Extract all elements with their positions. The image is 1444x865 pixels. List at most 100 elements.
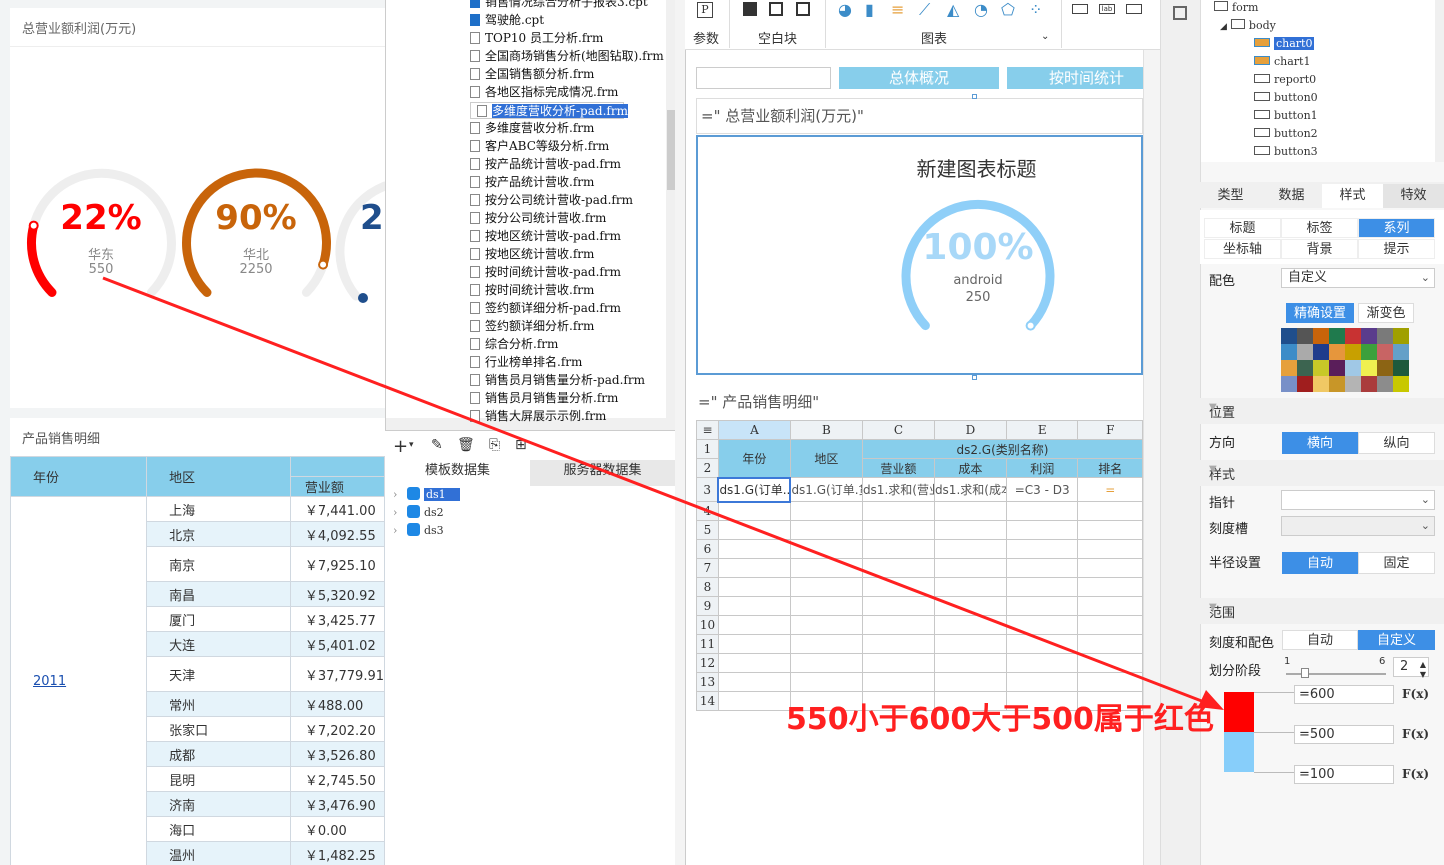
cell-group[interactable]: ds2.G(类别名称) — [861, 439, 1144, 459]
tree-widget-item[interactable]: button3 — [1254, 144, 1318, 160]
row-header[interactable]: 11 — [696, 634, 719, 654]
file-item[interactable]: 按产品统计营收-pad.frm — [470, 156, 621, 173]
grid-cell[interactable] — [1005, 596, 1079, 616]
grid-cell[interactable] — [861, 520, 935, 540]
textbox-icon[interactable] — [1072, 4, 1088, 14]
file-item[interactable]: 签约额详细分析-pad.frm — [470, 300, 621, 317]
expand-icon[interactable]: › — [393, 487, 397, 503]
grid-cell[interactable] — [861, 539, 935, 559]
grid-cell[interactable] — [789, 501, 863, 521]
dataset-item[interactable]: › ds2 — [393, 505, 444, 521]
file-item[interactable]: 销售员月销售量分析.frm — [470, 390, 618, 407]
palette-swatch[interactable] — [1377, 360, 1393, 376]
row-header[interactable]: 14 — [696, 691, 719, 711]
splitter[interactable] — [675, 0, 685, 865]
cell-cost[interactable]: 成本 — [933, 458, 1007, 478]
grid-layout-icon[interactable] — [796, 2, 810, 16]
file-item[interactable]: TOP10 员工分析.frm — [470, 30, 603, 47]
col-header-c[interactable]: C — [861, 420, 935, 440]
file-item[interactable]: 多维度营收分析.frm — [470, 120, 594, 137]
stages-spinner[interactable]: 2 ▲ ▼ — [1393, 657, 1429, 679]
grid-cell[interactable] — [933, 615, 1007, 635]
tree-root-form[interactable]: form — [1214, 0, 1258, 16]
radius-fixed[interactable]: 固定 — [1358, 552, 1435, 574]
grid-cell[interactable] — [1077, 577, 1143, 597]
preview-icon[interactable]: ⎘ — [489, 437, 500, 453]
grid-cell[interactable] — [1005, 501, 1079, 521]
file-item[interactable]: 销售大屏展示示例.frm — [470, 408, 606, 425]
palette-swatch[interactable] — [1345, 328, 1361, 344]
palette-swatch[interactable] — [1281, 328, 1297, 344]
gradient-button[interactable]: 渐变色 — [1358, 303, 1414, 323]
cell-e3[interactable]: =C3 - D3 — [1005, 477, 1079, 502]
param-icon[interactable]: P — [697, 2, 713, 18]
cell-sales[interactable]: 营业额 — [861, 458, 935, 478]
chart-widget[interactable]: 新建图表标题 100% android 250 — [696, 135, 1143, 375]
grid-cell[interactable] — [1005, 577, 1079, 597]
palette-swatch[interactable] — [1313, 328, 1329, 344]
prop-subtab[interactable]: 提示 — [1358, 239, 1435, 259]
direction-horizontal[interactable]: 横向 — [1282, 432, 1358, 454]
file-item[interactable]: 综合分析.frm — [470, 336, 558, 353]
param-textbox[interactable] — [696, 67, 831, 89]
prop-subtab[interactable]: 坐标轴 — [1204, 239, 1281, 259]
dataset-item[interactable]: › ds3 — [393, 523, 444, 539]
palette-swatch[interactable] — [1329, 376, 1345, 392]
tree-widget-item[interactable]: button2 — [1254, 126, 1318, 142]
palette-swatch[interactable] — [1361, 344, 1377, 360]
prop-tab[interactable]: 样式 — [1322, 184, 1383, 208]
grid-cell[interactable] — [861, 672, 935, 692]
prop-subtab[interactable]: 系列 — [1358, 218, 1435, 238]
grid-cell[interactable] — [861, 501, 935, 521]
radius-auto[interactable]: 自动 — [1282, 552, 1358, 574]
grid-cell[interactable] — [1005, 558, 1079, 578]
palette-swatch[interactable] — [1329, 328, 1345, 344]
grid-cell[interactable] — [789, 539, 863, 559]
grid-cell[interactable] — [717, 634, 791, 654]
grid-cell[interactable] — [789, 520, 863, 540]
row-header[interactable]: 10 — [696, 615, 719, 635]
color-scheme-select[interactable]: 自定义 ⌄ — [1281, 268, 1435, 288]
row-header[interactable]: 8 — [696, 577, 719, 597]
file-item[interactable]: 客户ABC等级分析.frm — [470, 138, 609, 155]
tree-widget-item[interactable]: chart0 — [1254, 36, 1315, 52]
palette-swatch[interactable] — [1297, 344, 1313, 360]
threshold-input[interactable]: =100 — [1294, 765, 1394, 784]
frame-layout-icon[interactable] — [769, 2, 783, 16]
file-item[interactable]: 各地区指标完成情况.frm — [470, 84, 618, 101]
grid-cell[interactable] — [717, 539, 791, 559]
grid-cell[interactable] — [789, 634, 863, 654]
cell-d3[interactable]: ds1.求和(成本) — [933, 477, 1007, 502]
hbar-chart-icon[interactable]: ≡ — [891, 0, 904, 19]
dataset-item[interactable]: › ds1 — [393, 487, 460, 503]
time-stat-button[interactable]: 按时间统计 — [1007, 67, 1143, 89]
formula-button[interactable]: F(x) — [1402, 725, 1429, 744]
dropdown-icon[interactable]: ▾ — [409, 440, 414, 450]
grid-cell[interactable] — [717, 615, 791, 635]
file-item[interactable]: 按分公司统计营收.frm — [470, 210, 606, 227]
grid-cell[interactable] — [861, 634, 935, 654]
grid-cell[interactable] — [717, 558, 791, 578]
palette-swatch[interactable] — [1281, 360, 1297, 376]
cell-a3[interactable]: ds1.G(订单... — [717, 476, 792, 503]
file-item[interactable]: 销售员月销售量分析-pad.frm — [470, 372, 645, 389]
grid-cell[interactable] — [861, 596, 935, 616]
grid-cell[interactable] — [789, 672, 863, 692]
grid-cell[interactable] — [789, 577, 863, 597]
grid-cell[interactable] — [717, 596, 791, 616]
col-header-a[interactable]: A — [717, 420, 791, 440]
tree-widget-item[interactable]: chart1 — [1254, 54, 1310, 70]
row-header[interactable]: 9 — [696, 596, 719, 616]
palette-swatch[interactable] — [1329, 344, 1345, 360]
cell-f3[interactable]: = — [1077, 477, 1143, 502]
palette-swatch[interactable] — [1361, 376, 1377, 392]
grid-cell[interactable] — [933, 501, 1007, 521]
grid-cell[interactable] — [717, 520, 791, 540]
grid-cell[interactable] — [1077, 501, 1143, 521]
tree-widget-item[interactable]: report0 — [1254, 72, 1316, 88]
palette-swatch[interactable] — [1329, 360, 1345, 376]
scale-custom[interactable]: 自定义 — [1358, 630, 1435, 650]
row-header[interactable]: 6 — [696, 539, 719, 559]
grid-cell[interactable] — [861, 615, 935, 635]
grid-cell[interactable] — [1005, 615, 1079, 635]
